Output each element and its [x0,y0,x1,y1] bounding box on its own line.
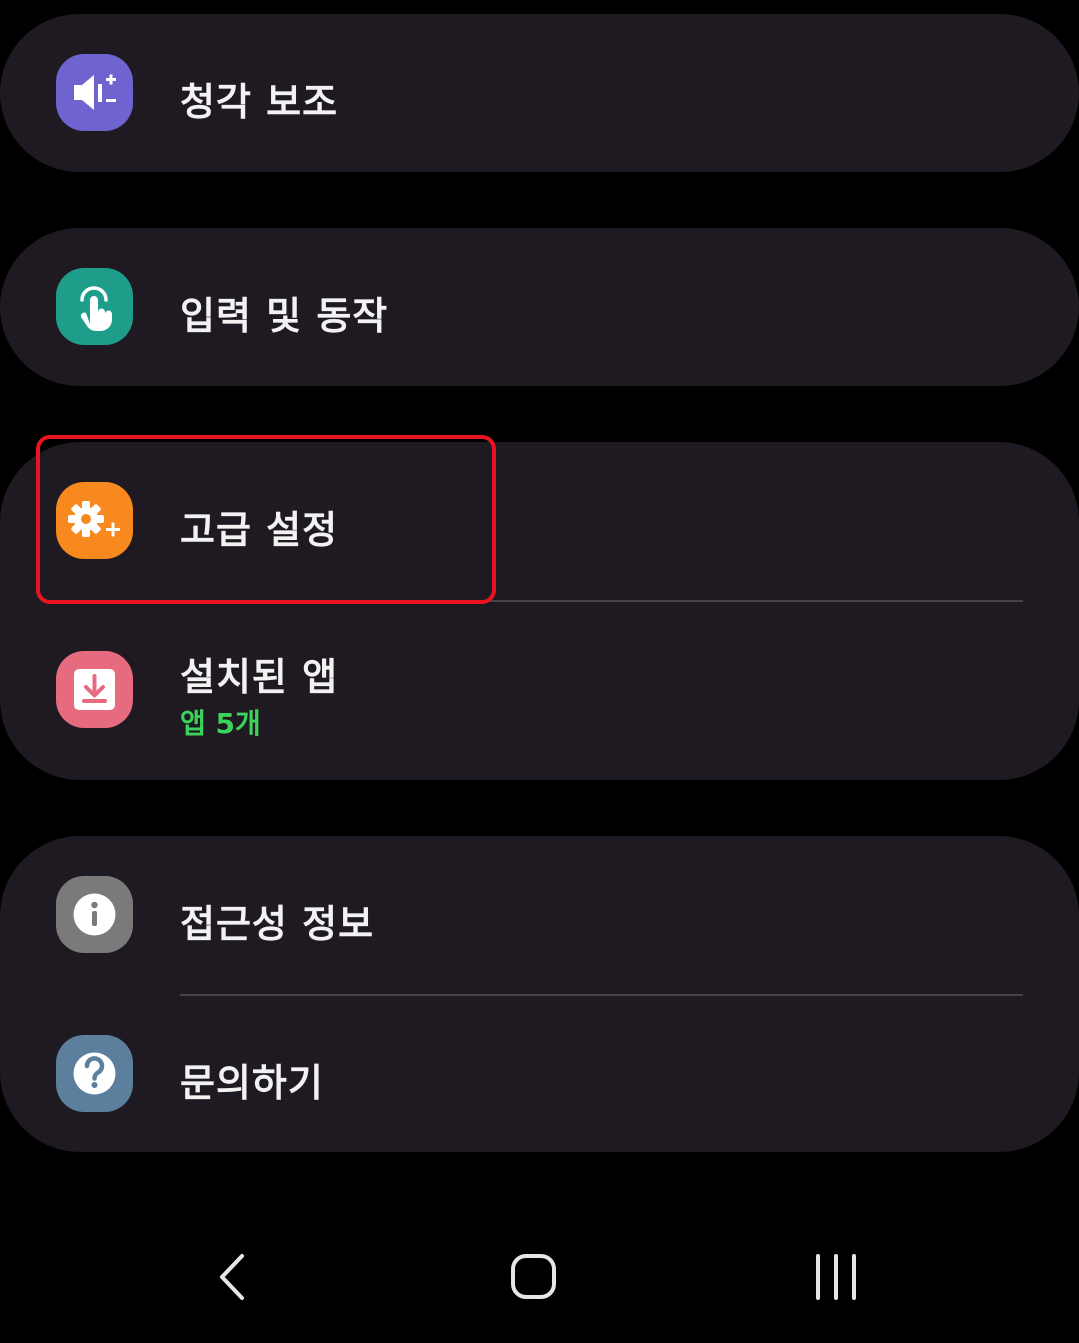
accessibility-info-item[interactable]: 접근성 정보 [0,836,1079,994]
touch-hand-icon [56,268,133,345]
hearing-speaker-plus-icon [56,54,133,131]
back-button[interactable] [186,1240,276,1314]
back-chevron-icon [220,1254,244,1300]
recents-button[interactable] [791,1240,881,1314]
download-box-icon [56,651,133,728]
recents-three-bars-icon [816,1254,856,1300]
contact-us-item[interactable]: 문의하기 [0,996,1079,1152]
installed-apps-item[interactable]: 설치된 앱 앱 5개 [0,602,1079,780]
navigation-bar [0,1200,1079,1343]
installed-apps-count: 앱 5개 [180,707,261,740]
home-button[interactable] [488,1240,578,1314]
accessibility-info-label: 접근성 정보 [180,902,375,946]
info-icon [56,876,133,953]
home-rounded-square-icon [511,1254,556,1299]
help-question-icon [56,1035,133,1112]
input-motion-label: 입력 및 동작 [180,294,389,338]
installed-apps-label: 설치된 앱 [180,655,339,699]
hearing-assist-item[interactable]: 청각 보조 [0,14,1079,172]
hearing-assist-label: 청각 보조 [180,80,339,124]
highlight-box [36,435,496,604]
input-motion-item[interactable]: 입력 및 동작 [0,228,1079,386]
contact-us-label: 문의하기 [180,1061,324,1105]
